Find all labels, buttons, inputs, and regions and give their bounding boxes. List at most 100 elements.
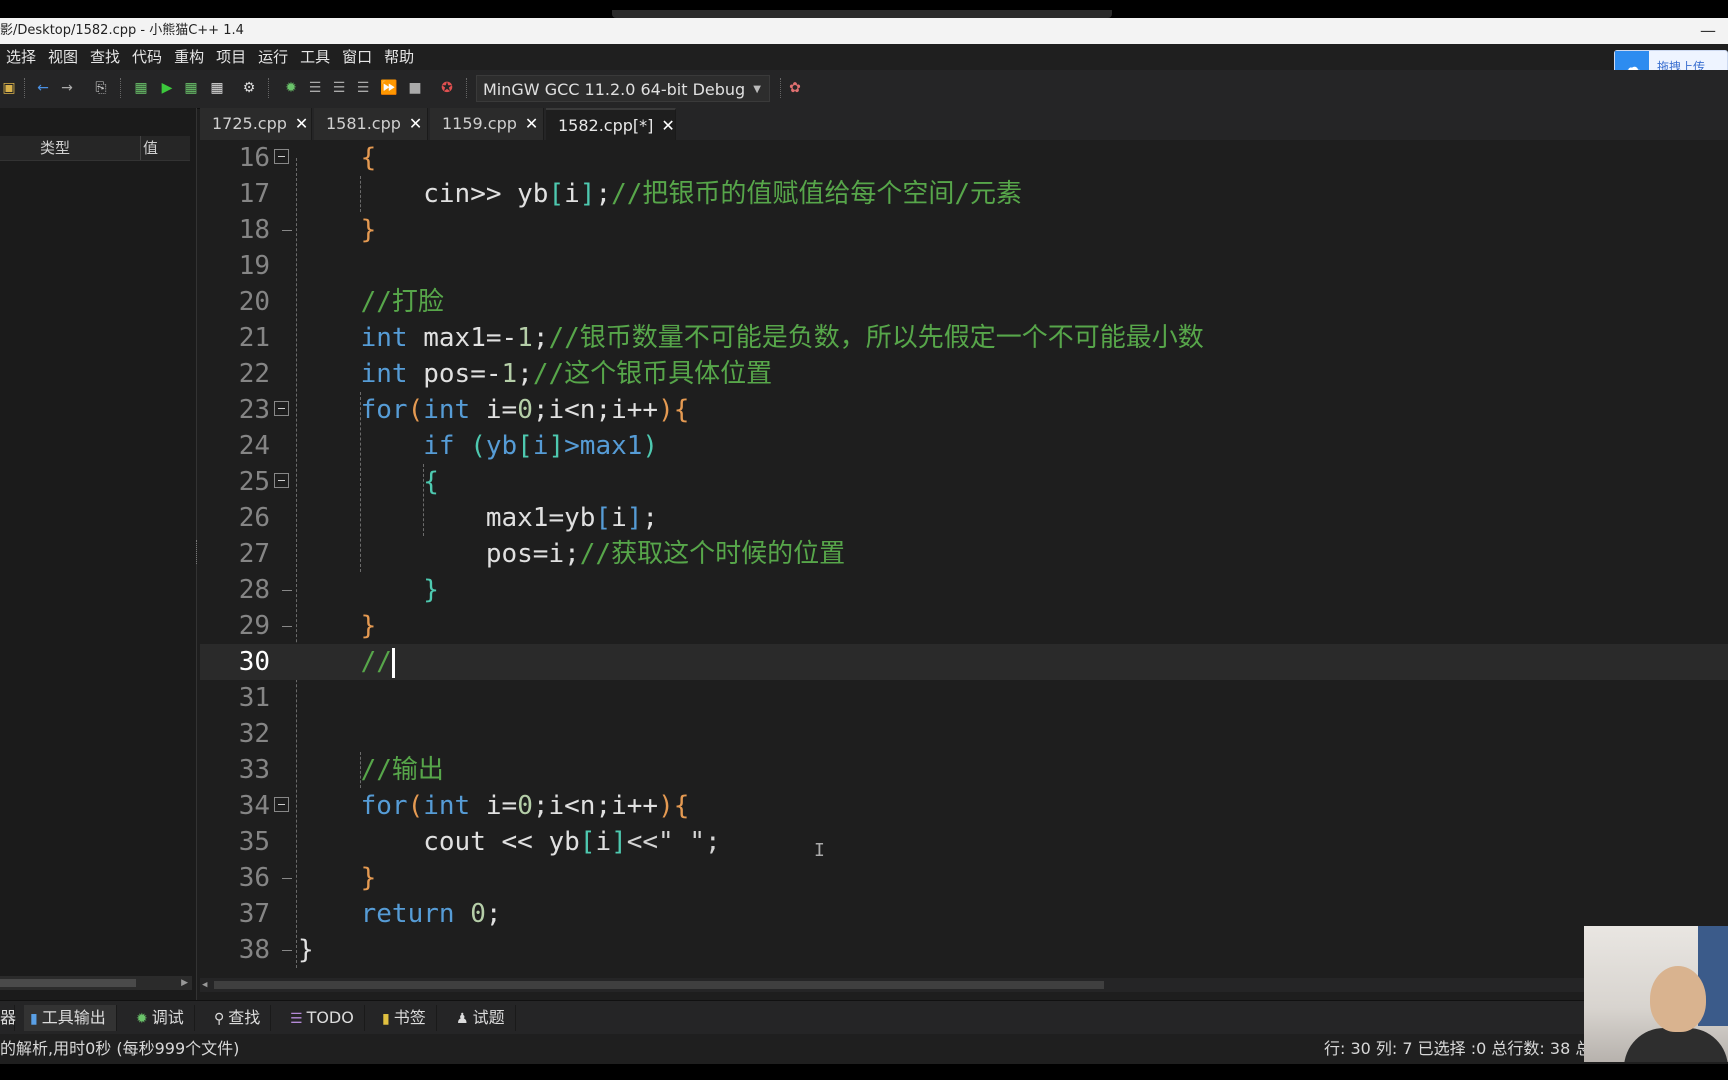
options-icon[interactable]: ✿ xyxy=(786,79,804,97)
tab-bookmarks[interactable]: ▮ 书签 xyxy=(376,1005,437,1031)
tab-label: 1581.cpp xyxy=(326,114,401,133)
compile-icon[interactable]: ▦ xyxy=(132,79,150,97)
scroll-right-icon[interactable]: ▶ xyxy=(181,976,188,990)
editor-tabs: 1725.cpp ✕ 1581.cpp ✕ 1159.cpp ✕ 1582.cpp[*… xyxy=(200,108,1728,140)
code-line-34: 34 for(int i=0;i<n;i++){ xyxy=(200,788,1728,824)
fold-toggle-icon[interactable] xyxy=(274,797,289,812)
status-bar: 的解析,用时0秒 (每秒999个文件) 行: 30 列: 7 已选择 :0 总行… xyxy=(0,1034,1728,1064)
code-line-25: 25 { xyxy=(200,464,1728,500)
fold-toggle-icon[interactable] xyxy=(274,473,289,488)
code-line-38: 38} xyxy=(200,932,1728,968)
code-editor[interactable]: 16 { 17 cin>> yb[i];//把银币的值赋值给每个空间/元素 18… xyxy=(200,140,1728,992)
menu-project[interactable]: 项目 xyxy=(210,44,252,70)
column-type[interactable]: 类型 xyxy=(40,136,70,160)
fold-toggle-icon[interactable] xyxy=(274,401,289,416)
tab-1725[interactable]: 1725.cpp ✕ xyxy=(200,108,312,140)
back-icon[interactable]: ← xyxy=(34,79,52,97)
menu-find[interactable]: 查找 xyxy=(84,44,126,70)
code-text: } xyxy=(423,575,439,605)
code-text: pos=i;//获取这个时候的位置 xyxy=(485,539,846,569)
panel-scrollbar[interactable]: ▶ xyxy=(0,976,192,990)
tab-find[interactable]: ⚲ 查找 xyxy=(208,1005,272,1031)
tab-1582[interactable]: 1582.cpp[*] ✕ xyxy=(546,108,676,140)
close-icon[interactable]: ✕ xyxy=(295,114,308,133)
goto-icon[interactable]: ⎘ xyxy=(92,79,110,97)
code-line-20: 20 //打脸 xyxy=(200,284,1728,320)
code-line-17: 17 cin>> yb[i];//把银币的值赋值给每个空间/元素 xyxy=(200,176,1728,212)
line-number: 16 xyxy=(238,143,270,173)
tab-debug[interactable]: ✹ 调试 xyxy=(130,1005,195,1031)
code-line-28: 28 } xyxy=(200,572,1728,608)
step-into-icon[interactable]: ☰ xyxy=(330,79,348,97)
code-text: } xyxy=(298,935,314,965)
step-out-icon[interactable]: ☰ xyxy=(354,79,372,97)
forward-icon[interactable]: → xyxy=(58,79,76,97)
stop-icon[interactable]: ■ xyxy=(406,79,424,97)
code-line-16: 16 { xyxy=(200,140,1728,176)
compiler-select[interactable]: MinGW GCC 11.2.0 64-bit Debug ▼ xyxy=(476,75,770,102)
menu-tools[interactable]: 工具 xyxy=(294,44,336,70)
code-line-30-current: 30 // xyxy=(200,644,1728,680)
column-value[interactable]: 值 xyxy=(140,136,158,160)
menu-window[interactable]: 窗口 xyxy=(336,44,378,70)
code-line-35: 35 cout << yb[i]<<" "; xyxy=(200,824,1728,860)
code-line-29: 29 } xyxy=(200,608,1728,644)
webcam-overlay xyxy=(1584,926,1728,1062)
webcam-person-head xyxy=(1650,966,1706,1032)
close-icon[interactable]: ✕ xyxy=(661,116,674,135)
code-line-27: 27 pos=i;//获取这个时候的位置 xyxy=(200,536,1728,572)
rebuild-icon[interactable]: ▦ xyxy=(208,79,226,97)
menu-code[interactable]: 代码 xyxy=(126,44,168,70)
bar-chart-icon: ▮ xyxy=(30,1011,38,1027)
fold-toggle-icon[interactable] xyxy=(274,149,289,164)
menu-run[interactable]: 运行 xyxy=(252,44,294,70)
toolbar-separator xyxy=(120,78,123,98)
settings-icon[interactable]: ⚙ xyxy=(240,79,258,97)
code-text: max1=yb[i]; xyxy=(485,503,659,533)
code-text: int max1=-1;//银币数量不可能是负数，所以先假定一个不可能最小数 xyxy=(360,323,1204,353)
code-line-21: 21 int max1=-1;//银币数量不可能是负数，所以先假定一个不可能最小… xyxy=(200,320,1728,356)
toolbar-separator xyxy=(780,78,783,98)
save-all-icon[interactable]: ▣ xyxy=(0,79,18,97)
toolbar: ▣ ← → ⎘ ▦ ▶ ▦ ▦ ⚙ ✹ ☰ ☰ ☰ ⏩ ■ ✪ MinGW GC… xyxy=(0,70,1728,109)
toolbar-separator xyxy=(24,78,27,98)
code-text: for(int i=0;i<n;i++){ xyxy=(360,395,690,425)
code-line-18: 18 } xyxy=(200,212,1728,248)
tab-tool-output[interactable]: ▮ 工具输出 xyxy=(24,1005,117,1031)
tab-compiler[interactable]: 器 xyxy=(0,1005,17,1031)
menu-select[interactable]: 选择 xyxy=(0,44,42,70)
compile-run-icon[interactable]: ▦ xyxy=(182,79,200,97)
tab-label: TODO xyxy=(306,1008,354,1027)
toolbar-separator xyxy=(466,78,469,98)
mouse-ibeam-icon: I xyxy=(814,840,825,861)
scroll-thumb[interactable] xyxy=(214,981,1104,989)
scroll-thumb[interactable] xyxy=(0,979,136,987)
bottom-panel-tabs: 器 ▮ 工具输出 ✹ 调试 ⚲ 查找 ☰ TODO ▮ 书签 ♟ 试题 xyxy=(0,1000,1728,1035)
line-number: 19 xyxy=(238,251,270,281)
debug-icon[interactable]: ✹ xyxy=(282,79,300,97)
scroll-left-icon[interactable]: ◀ xyxy=(202,978,207,992)
run-icon[interactable]: ▶ xyxy=(158,79,176,97)
close-icon[interactable]: ✕ xyxy=(409,114,422,133)
code-text: cout << yb[i]<<" "; xyxy=(423,827,721,857)
close-icon[interactable]: ✕ xyxy=(525,114,538,133)
menu-refactor[interactable]: 重构 xyxy=(168,44,210,70)
tab-1581[interactable]: 1581.cpp ✕ xyxy=(314,108,428,140)
line-number: 17 xyxy=(238,179,270,209)
code-text: //输出 xyxy=(360,755,444,785)
line-number: 20 xyxy=(238,287,270,317)
tab-1159[interactable]: 1159.cpp ✕ xyxy=(430,108,544,140)
webcam-person-body xyxy=(1624,1028,1728,1062)
menu-help[interactable]: 帮助 xyxy=(378,44,420,70)
step-over-icon[interactable]: ☰ xyxy=(306,79,324,97)
continue-icon[interactable]: ⏩ xyxy=(380,79,398,97)
code-text: cin>> yb[i];//把银币的值赋值给每个空间/元素 xyxy=(423,179,1023,209)
tab-problems[interactable]: ♟ 试题 xyxy=(450,1005,516,1031)
toolbar-separator xyxy=(268,78,271,98)
menu-view[interactable]: 视图 xyxy=(42,44,84,70)
tab-label: 器 xyxy=(0,1008,17,1027)
tab-todo[interactable]: ☰ TODO xyxy=(284,1005,365,1031)
breakpoint-icon[interactable]: ✪ xyxy=(438,79,456,97)
editor-horizontal-scrollbar[interactable]: ◀ xyxy=(200,978,1728,992)
close-window-button[interactable]: — xyxy=(1688,18,1728,44)
